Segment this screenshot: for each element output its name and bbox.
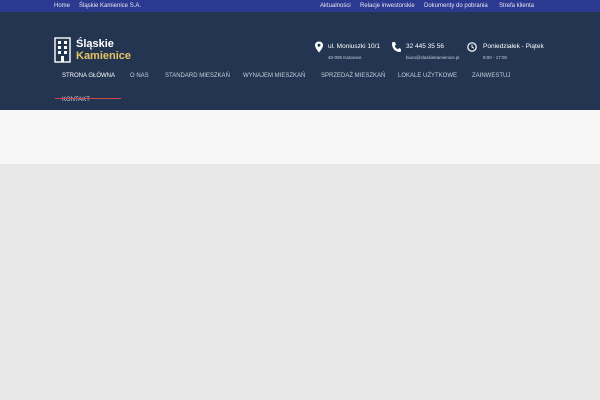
logo-text-line2: Kamienice (76, 50, 132, 62)
topbar-link-documents[interactable]: Dokumenty do pobrania (424, 2, 488, 10)
nav-item-apartment-standard[interactable]: STANDARD MIESZKAŃ (165, 72, 230, 80)
phone-icon (392, 42, 401, 52)
opening-days: Poniedziałek - Piątek (483, 43, 544, 50)
phone-number[interactable]: 32 445 35 56 (406, 43, 444, 51)
site-header: Śląskie Kamienice ul. Moniuszki 10/1 40-… (0, 12, 600, 110)
clock-icon (467, 42, 477, 52)
nav-item-invest[interactable]: ZAINWESTUJ (472, 72, 510, 80)
site-logo[interactable]: Śląskie Kamienice (54, 37, 144, 65)
nav-item-home[interactable]: STRONA GŁÓWNA (62, 72, 115, 80)
nav-active-underline (55, 98, 121, 99)
top-utility-bar: Home Śląskie Kamienice S.A. Aktualności … (0, 0, 600, 12)
nav-item-about[interactable]: O NAS (130, 72, 149, 80)
topbar-link-client-zone[interactable]: Strefa klienta (499, 2, 534, 10)
nav-item-commercial-premises[interactable]: LOKALE UŻYTKOWE (398, 72, 457, 80)
nav-item-apartment-rental[interactable]: WYNAJEM MIESZKAŃ (243, 72, 305, 80)
opening-hours: 8:00 - 17:00 (483, 55, 508, 60)
nav-item-apartment-sale[interactable]: SPRZEDAŻ MIESZKAŃ (321, 72, 385, 80)
hero-banner (0, 110, 600, 164)
logo-text-line1: Śląskie (76, 38, 114, 50)
building-logo-icon (54, 37, 71, 63)
map-pin-icon (315, 41, 323, 53)
content-area (0, 164, 600, 400)
topbar-link-news[interactable]: Aktualności (320, 2, 351, 10)
email-address[interactable]: biuro@slaskiekamienice.pl (406, 55, 459, 61)
topbar-link-company[interactable]: Śląskie Kamienice S.A. (79, 2, 141, 10)
topbar-link-investor-relations[interactable]: Relacje inwestorskie (360, 2, 415, 10)
address-street: ul. Moniuszki 10/1 (328, 43, 381, 50)
address-city: 40-005 Katowice (328, 55, 362, 60)
topbar-link-home[interactable]: Home (54, 2, 70, 10)
